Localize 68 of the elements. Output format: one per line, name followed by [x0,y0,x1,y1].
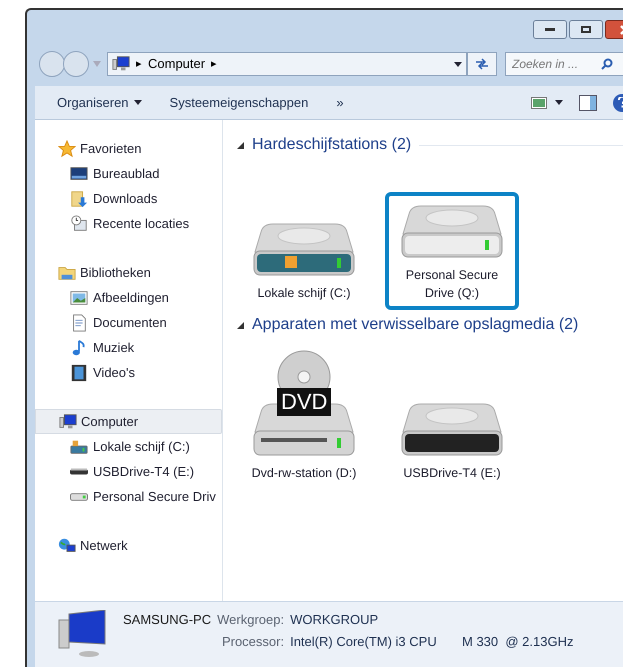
sidebar-item[interactable]: Computer [35,409,222,434]
sidebar-item[interactable]: Bureaublad [35,161,222,186]
drive-item[interactable]: Lokale schijf (C:) [237,192,371,310]
breadcrumb[interactable]: Computer [148,54,206,74]
separator-arrow: ▸ [136,56,142,72]
detail-value: WORKGROUP [290,611,380,629]
caret-icon [93,61,101,67]
sidebar-item[interactable]: Recente locaties [35,211,222,236]
collapse-arrow-icon[interactable] [237,322,244,328]
drive-label: USBDrive-T4 (E:) [402,465,502,482]
minimize-button[interactable] [533,20,567,39]
maximize-icon [581,26,591,33]
caret-icon [555,100,563,105]
picture-icon [70,288,88,306]
sidebar-item[interactable]: Netwerk [35,533,222,558]
group-header[interactable]: Hardeschijfstations (2) [252,133,412,157]
caret-icon [134,100,142,105]
sidebar-item[interactable]: Lokale schijf (C:) [35,434,222,459]
preview-pane-icon [579,94,597,110]
drive-label: Dvd-rw-station (D:) [250,465,358,482]
refresh-icon [475,58,489,70]
usb-drive-icon [70,468,88,475]
preview-pane-button[interactable] [579,94,597,110]
computer-name: SAMSUNG-PC [123,611,212,629]
folder-download-icon [70,190,88,208]
separator-arrow: ▸ [211,56,218,72]
drive-label: Lokale schijf (C:) [256,285,352,302]
toolbar-button[interactable]: Systeemeigenschappen [170,92,308,112]
detail-label: Werkgroep: [217,611,284,629]
sidebar-item[interactable]: Afbeeldingen [35,285,222,310]
picture-icon [531,96,547,108]
sidebar-item[interactable]: Bibliotheken [35,260,222,285]
drive-item[interactable]: USBDrive-T4 (E:) [385,342,519,490]
sidebar-item[interactable]: Documenten [35,310,222,335]
sidebar-item[interactable]: Personal Secure Driv [35,484,222,509]
detail-label: Processor: [220,632,284,650]
computer-icon [59,412,77,430]
toolbar-button[interactable]: » [336,92,344,112]
refresh-button[interactable] [467,52,497,76]
drive-icon [70,492,88,500]
sidebar-item[interactable]: Downloads [35,186,222,211]
drive-label: Personal Secure Drive (Q:) [404,267,500,302]
toolbar-button[interactable]: Organiseren [57,92,142,112]
address-field[interactable]: ▸ Computer ▸ [107,52,467,76]
search-field[interactable]: Zoeken in ... [505,52,623,76]
network-icon [58,536,76,554]
sidebar-item[interactable]: Muziek [35,335,222,360]
star-icon [58,140,76,158]
caret-icon [454,62,462,66]
drive-item[interactable]: Personal Secure Drive (Q:) [385,192,519,310]
drive-item[interactable]: DVD Dvd-rw-station (D:) [237,342,371,490]
film-icon [70,364,88,382]
sidebar-item[interactable]: USBDrive-T4 (E:) [35,459,222,484]
document-icon [70,314,88,332]
desktop-icon [70,164,88,182]
dvd-label: DVD [277,388,332,416]
maximize-button[interactable] [569,20,603,39]
group-header[interactable]: Apparaten met verwisselbare opslagmedia (2) [252,313,578,337]
minimize-icon [545,28,555,31]
recent-places-icon [70,214,88,232]
computer-icon [112,55,130,73]
detail-value: Intel(R) Core(TM) i3 CPU M 330 @ 2.13GHz [290,632,574,651]
collapse-arrow-icon[interactable] [237,142,244,148]
hard-disk-icon [70,438,88,456]
view-button[interactable] [531,96,563,108]
search-icon [601,58,613,70]
sidebar-item[interactable]: Favorieten [35,136,222,161]
sidebar-item[interactable]: Video's [35,360,222,385]
